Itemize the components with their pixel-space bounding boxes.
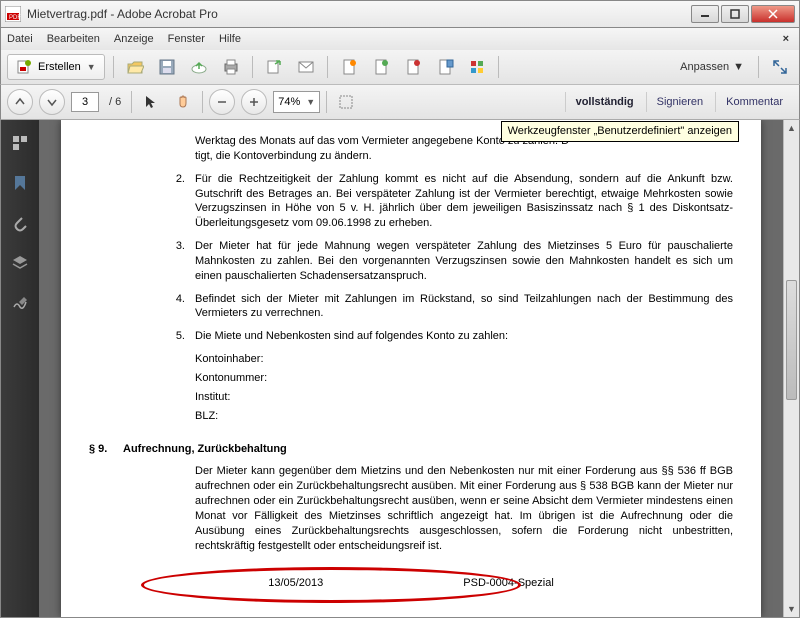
- create-button[interactable]: Erstellen ▼: [7, 54, 105, 80]
- open-button[interactable]: [122, 54, 148, 80]
- scroll-thumb[interactable]: [786, 280, 797, 400]
- svg-text:PDF: PDF: [9, 15, 21, 21]
- body-text: Befindet sich der Mieter mit Zahlungen i…: [195, 292, 733, 322]
- scroll-up-icon[interactable]: ▲: [784, 120, 799, 136]
- signatures-icon[interactable]: [9, 292, 31, 314]
- doc3-button[interactable]: [400, 54, 426, 80]
- create-icon: [16, 59, 32, 75]
- section-number: § 9.: [89, 442, 123, 457]
- chevron-down-icon: ▼: [306, 97, 315, 107]
- create-label: Erstellen: [38, 61, 81, 73]
- konto-institut: Institut:: [195, 390, 733, 405]
- cloud-button[interactable]: [186, 54, 212, 80]
- save-button[interactable]: [154, 54, 180, 80]
- menubar: Datei Bearbeiten Anzeige Fenster Hilfe ×: [0, 28, 800, 50]
- zoom-out-button[interactable]: [209, 89, 235, 115]
- page-up-button[interactable]: [7, 89, 33, 115]
- pdf-icon: PDF: [5, 6, 21, 22]
- attachments-icon[interactable]: [9, 212, 31, 234]
- toolbar-nav: / 6 74% ▼ vollständig Signieren Kommenta…: [0, 85, 800, 120]
- customize-button[interactable]: Anpassen ▼: [674, 61, 750, 73]
- toolbar-main: Erstellen ▼ Anpassen ▼: [0, 50, 800, 85]
- titlebar: PDF Mietvertrag.pdf - Adobe Acrobat Pro: [0, 0, 800, 28]
- hand-tool-button[interactable]: [170, 89, 196, 115]
- tab-signieren[interactable]: Signieren: [646, 92, 713, 112]
- thumbnails-icon[interactable]: [9, 132, 31, 154]
- section-body: Der Mieter kann gegenüber dem Mietzins u…: [195, 464, 733, 553]
- layers-icon[interactable]: [9, 252, 31, 274]
- konto-blz: BLZ:: [195, 409, 733, 424]
- section-title: Aufrechnung, Zurückbehaltung: [123, 442, 287, 457]
- scroll-down-icon[interactable]: ▼: [784, 601, 799, 617]
- close-button[interactable]: [751, 5, 795, 23]
- menu-close-icon[interactable]: ×: [783, 33, 793, 45]
- expand-button[interactable]: [767, 54, 793, 80]
- print-button[interactable]: [218, 54, 244, 80]
- bookmarks-icon[interactable]: [9, 172, 31, 194]
- window-title: Mietvertrag.pdf - Adobe Acrobat Pro: [27, 7, 691, 21]
- body-text: tigt, die Kontoverbindung zu ändern.: [195, 150, 372, 162]
- email-button[interactable]: [293, 54, 319, 80]
- page-down-button[interactable]: [39, 89, 65, 115]
- tooltip: Werkzeugfenster „Benutzerdefiniert" anze…: [501, 121, 739, 142]
- color-button[interactable]: [464, 54, 490, 80]
- konto-inhaber: Kontoinhaber:: [195, 352, 733, 367]
- customize-label: Anpassen: [680, 61, 729, 73]
- pdf-page: Werkzeugfenster „Benutzerdefiniert" anze…: [61, 120, 761, 617]
- zoom-value: 74%: [278, 96, 300, 108]
- doc4-button[interactable]: [432, 54, 458, 80]
- tab-kommentar[interactable]: Kommentar: [715, 92, 793, 112]
- konto-nummer: Kontonummer:: [195, 371, 733, 386]
- body-text: Die Miete und Nebenkosten sind auf folge…: [195, 329, 733, 344]
- zoom-in-button[interactable]: [241, 89, 267, 115]
- minimize-button[interactable]: [691, 5, 719, 23]
- side-panel: [1, 120, 39, 617]
- workspace: Werkzeugfenster „Benutzerdefiniert" anze…: [0, 120, 800, 618]
- chevron-down-icon: ▼: [733, 61, 744, 73]
- marquee-zoom-button[interactable]: [333, 89, 359, 115]
- menu-datei[interactable]: Datei: [7, 33, 33, 45]
- menu-bearbeiten[interactable]: Bearbeiten: [47, 33, 100, 45]
- document-area[interactable]: Werkzeugfenster „Benutzerdefiniert" anze…: [39, 120, 783, 617]
- menu-anzeige[interactable]: Anzeige: [114, 33, 154, 45]
- menu-fenster[interactable]: Fenster: [168, 33, 205, 45]
- select-tool-button[interactable]: [138, 89, 164, 115]
- doc2-button[interactable]: [368, 54, 394, 80]
- annotation-ellipse: [141, 567, 521, 603]
- page-number-input[interactable]: [71, 92, 99, 112]
- share-button[interactable]: [261, 54, 287, 80]
- doc1-button[interactable]: [336, 54, 362, 80]
- zoom-select[interactable]: 74% ▼: [273, 91, 320, 113]
- maximize-button[interactable]: [721, 5, 749, 23]
- vertical-scrollbar[interactable]: ▲ ▼: [783, 120, 799, 617]
- menu-hilfe[interactable]: Hilfe: [219, 33, 241, 45]
- tab-vollstaendig[interactable]: vollständig: [565, 92, 644, 112]
- body-text: Der Mieter hat für jede Mahnung wegen ve…: [195, 239, 733, 284]
- body-text: Für die Rechtzeitigkeit der Zahlung komm…: [195, 172, 733, 231]
- chevron-down-icon: ▼: [87, 62, 96, 72]
- page-total: / 6: [105, 96, 125, 108]
